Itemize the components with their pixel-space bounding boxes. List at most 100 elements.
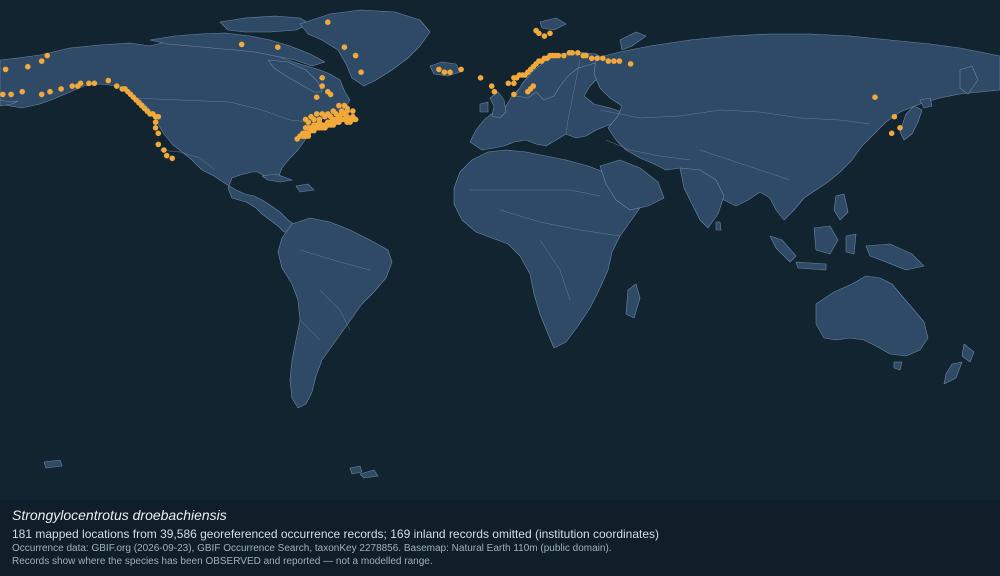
land-new-guinea	[865, 243, 925, 271]
land-hokkaido	[919, 97, 933, 109]
occurrence-point	[594, 55, 600, 62]
occurrence-point	[458, 66, 464, 73]
occurrence-point	[888, 130, 895, 137]
land-layer	[0, 9, 1000, 479]
occurrence-point	[313, 111, 320, 117]
land-japan	[899, 105, 923, 141]
occurrence-point	[86, 80, 92, 87]
occurrence-point	[58, 86, 64, 92]
occurrence-point	[294, 136, 301, 142]
land-ireland	[479, 101, 489, 113]
occurrence-point	[327, 113, 334, 120]
occurrence-point	[69, 83, 75, 89]
occurrence-point	[305, 119, 312, 125]
land-antarctic-islands	[43, 459, 379, 479]
occurrence-point	[530, 83, 537, 89]
occurrence-point	[611, 58, 617, 64]
map-caption: Strongylocentrotus droebachiensis 181 ma…	[0, 500, 1000, 576]
occurrence-point	[511, 80, 517, 87]
land-ellesmere	[219, 15, 311, 33]
land-britain	[489, 91, 507, 119]
occurrence-point	[113, 83, 120, 89]
land-java	[795, 261, 827, 271]
land-sri-lanka	[715, 221, 722, 231]
occurrence-point	[569, 50, 575, 56]
occurrence-point	[441, 69, 448, 75]
occurrence-point	[19, 88, 26, 95]
occurrence-point	[322, 122, 328, 128]
occurrence-point	[333, 119, 339, 125]
occurrence-point	[338, 108, 345, 114]
occurrence-point	[350, 113, 356, 120]
occurrence-point	[77, 80, 84, 87]
occurrence-point	[477, 75, 484, 81]
disclaimer-note: Records show where the species has been …	[12, 556, 433, 567]
occurrence-point	[38, 58, 45, 64]
occurrence-point	[2, 66, 9, 73]
occurrence-point	[305, 130, 312, 137]
occurrence-point	[347, 119, 353, 125]
occurrence-point	[891, 113, 898, 120]
land-tasmania	[893, 361, 903, 371]
occurrence-point	[575, 50, 581, 56]
occurrence-point	[8, 91, 14, 98]
occurrence-point	[319, 75, 326, 81]
occurrence-point	[627, 61, 634, 67]
occurrence-point	[325, 88, 331, 95]
source-note: Occurrence data: GBIF.org (2026-09-23), …	[12, 543, 612, 554]
occurrence-point	[44, 52, 50, 59]
land-australia	[815, 275, 929, 357]
occurrence-point	[872, 94, 878, 100]
occurrence-point	[616, 58, 623, 64]
land-philippines	[833, 193, 849, 221]
occurrence-point	[336, 102, 342, 109]
occurrence-point	[491, 88, 498, 95]
occurrence-point	[533, 27, 539, 34]
occurrence-point	[161, 147, 167, 153]
occurrence-point	[588, 55, 595, 62]
occurrence-point	[313, 125, 320, 131]
land-new-zealand-south	[943, 361, 963, 385]
occurrence-point	[155, 141, 162, 148]
occurrence-point	[511, 91, 517, 98]
land-svalbard	[539, 17, 567, 31]
species-name: Strongylocentrotus droebachiensis	[12, 507, 227, 523]
basemap	[0, 9, 1000, 479]
occurrence-point	[583, 52, 589, 59]
occurrence-point	[488, 83, 495, 89]
occurrence-point	[561, 52, 567, 59]
occurrence-point	[316, 116, 323, 123]
land-new-zealand-north	[961, 343, 975, 363]
occurrence-point	[105, 77, 112, 84]
occurrence-point	[300, 133, 306, 139]
occurrence-point	[325, 19, 331, 26]
occurrence-point	[275, 44, 281, 50]
occurrence-point	[169, 155, 175, 162]
occurrence-point	[541, 33, 548, 39]
occurrence-point	[327, 122, 334, 128]
occurrence-point	[155, 130, 162, 137]
occurrence-point	[0, 91, 6, 98]
occurrence-point	[447, 69, 453, 75]
occurrence-point	[341, 102, 348, 109]
occurrence-point	[341, 44, 348, 50]
occurrence-point	[358, 69, 364, 75]
occurrence-point	[352, 52, 359, 59]
occurrence-point	[436, 66, 442, 73]
occurrence-point	[333, 111, 339, 117]
occurrence-point	[350, 108, 356, 114]
occurrence-point	[505, 80, 512, 87]
land-sumatra	[769, 235, 797, 263]
occurrence-point	[338, 116, 345, 123]
occurrence-summary: 181 mapped locations from 39,586 georefe…	[12, 527, 660, 541]
occurrence-point	[152, 125, 159, 131]
occurrence-point	[311, 116, 317, 123]
land-hispaniola	[295, 183, 315, 193]
occurrence-point	[547, 30, 553, 37]
occurrence-point	[91, 80, 98, 87]
occurrence-point	[555, 52, 562, 59]
occurrence-point	[163, 152, 170, 159]
world-map	[0, 0, 1000, 500]
land-cuba	[261, 173, 293, 183]
occurrence-point	[238, 41, 245, 48]
